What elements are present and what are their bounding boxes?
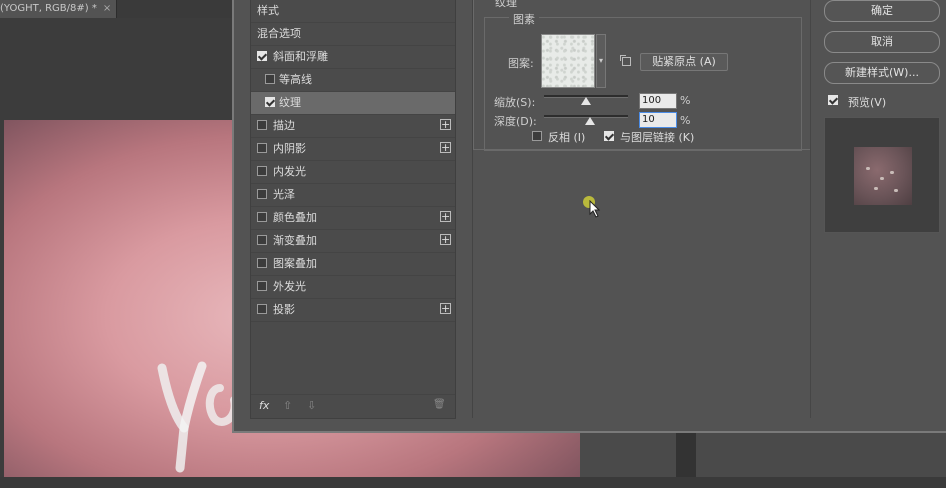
document-tab[interactable]: (YOGHT, RGB/8#) * × (0, 0, 117, 18)
style-item-label: 投影 (273, 303, 295, 316)
add-icon[interactable]: + (440, 142, 451, 153)
style-item-checkbox[interactable] (257, 120, 267, 130)
style-item-label: 外发光 (273, 280, 306, 293)
style-item-checkbox[interactable] (257, 258, 267, 268)
scale-slider-thumb[interactable] (581, 97, 591, 105)
pattern-swatch[interactable] (541, 34, 595, 88)
preview-label: 预览(V) (848, 96, 887, 109)
canvas-artwork (157, 361, 239, 473)
preview-box (824, 117, 940, 233)
depth-input[interactable]: 10 (639, 112, 677, 128)
style-item-12[interactable]: 外发光 (251, 276, 455, 299)
preview-checkbox[interactable] (828, 95, 838, 105)
style-item-11[interactable]: 图案叠加 (251, 253, 455, 276)
add-icon[interactable]: + (440, 211, 451, 222)
invert-checkbox[interactable] (532, 131, 542, 141)
style-item-checkbox[interactable] (257, 51, 267, 61)
new-preset-icon[interactable] (620, 55, 631, 66)
invert-label: 反相 (I) (548, 131, 586, 144)
styles-list-footer: fx ⇧ ⇩ 🗑 (251, 394, 455, 419)
document-tab-title: (YOGHT, RGB/8#) * (0, 3, 97, 14)
move-down-icon[interactable]: ⇩ (307, 399, 316, 412)
scale-input[interactable]: 100 (639, 93, 677, 109)
style-item-checkbox[interactable] (257, 235, 267, 245)
style-item-10[interactable]: 渐变叠加 + (251, 230, 455, 253)
ok-button[interactable]: 确定 (824, 0, 940, 22)
depth-slider[interactable] (544, 115, 628, 125)
panel-divider (810, 0, 811, 418)
mouse-cursor-icon (589, 200, 601, 218)
preview-thumbnail (854, 147, 912, 205)
style-item-label: 纹理 (279, 96, 301, 109)
trash-icon[interactable]: 🗑 (433, 399, 446, 410)
style-item-checkbox[interactable] (265, 97, 275, 107)
style-item-label: 内阴影 (273, 142, 306, 155)
style-item-label: 图案叠加 (273, 257, 317, 270)
style-item-checkbox[interactable] (257, 281, 267, 291)
style-item-0[interactable]: 样式 (251, 0, 455, 23)
elements-title: 图素 (509, 11, 539, 27)
close-icon[interactable]: × (103, 3, 111, 14)
link-with-layer-checkbox[interactable] (604, 131, 614, 141)
add-icon[interactable]: + (440, 119, 451, 130)
style-item-9[interactable]: 颜色叠加 + (251, 207, 455, 230)
style-item-8[interactable]: 光泽 (251, 184, 455, 207)
style-item-label: 斜面和浮雕 (273, 50, 328, 63)
style-item-label: 样式 (257, 4, 279, 17)
add-icon[interactable]: + (440, 303, 451, 314)
preview-option[interactable]: 预览(V) (828, 94, 887, 110)
new-style-button[interactable]: 新建样式(W)... (824, 62, 940, 84)
style-item-label: 描边 (273, 119, 295, 132)
style-item-label: 混合选项 (257, 27, 301, 40)
style-item-checkbox[interactable] (257, 166, 267, 176)
style-item-checkbox[interactable] (257, 212, 267, 222)
scale-label: 缩放(S): (494, 96, 536, 109)
style-item-7[interactable]: 内发光 (251, 161, 455, 184)
texture-panel: 纹理 图素 图案: ▾ 贴紧原点 (A) 缩放(S): 100 % 深度(D):… (472, 0, 811, 418)
depth-slider-thumb[interactable] (585, 117, 595, 125)
style-item-label: 颜色叠加 (273, 211, 317, 224)
move-up-icon[interactable]: ⇧ (283, 399, 292, 412)
style-item-1[interactable]: 混合选项 (251, 23, 455, 46)
texture-group: 纹理 图素 图案: ▾ 贴紧原点 (A) 缩放(S): 100 % 深度(D):… (473, 0, 811, 151)
background-panel (580, 430, 946, 477)
link-with-layer-label: 与图层链接 (K) (620, 131, 695, 144)
style-item-label: 内发光 (273, 165, 306, 178)
snap-to-origin-button[interactable]: 贴紧原点 (A) (640, 53, 728, 71)
style-item-6[interactable]: 内阴影 + (251, 138, 455, 161)
style-item-5[interactable]: 描边 + (251, 115, 455, 138)
depth-label: 深度(D): (494, 115, 537, 128)
style-item-13[interactable]: 投影 + (251, 299, 455, 322)
style-item-3[interactable]: 等高线 (251, 69, 455, 92)
style-item-label: 光泽 (273, 188, 295, 201)
list-divider (455, 0, 456, 418)
style-item-4[interactable]: 纹理 (251, 92, 455, 115)
style-item-checkbox[interactable] (257, 143, 267, 153)
chevron-down-icon[interactable]: ▾ (596, 34, 606, 88)
depth-percent: % (680, 114, 691, 127)
style-item-label: 渐变叠加 (273, 234, 317, 247)
style-item-checkbox[interactable] (257, 189, 267, 199)
style-item-label: 等高线 (279, 73, 312, 86)
style-item-checkbox[interactable] (265, 74, 275, 84)
add-icon[interactable]: + (440, 234, 451, 245)
styles-list: 样式混合选项斜面和浮雕等高线纹理描边 + 内阴影 + 内发光光泽颜色叠加 + 渐变叠加 + 图案… (250, 0, 456, 419)
texture-title: 纹理 (492, 0, 520, 10)
style-item-checkbox[interactable] (257, 304, 267, 314)
pattern-label: 图案: (508, 57, 534, 70)
style-item-2[interactable]: 斜面和浮雕 (251, 46, 455, 69)
cancel-button[interactable]: 取消 (824, 31, 940, 53)
fx-icon[interactable]: fx (259, 399, 269, 412)
scale-slider[interactable] (544, 95, 628, 105)
scale-percent: % (680, 94, 691, 107)
